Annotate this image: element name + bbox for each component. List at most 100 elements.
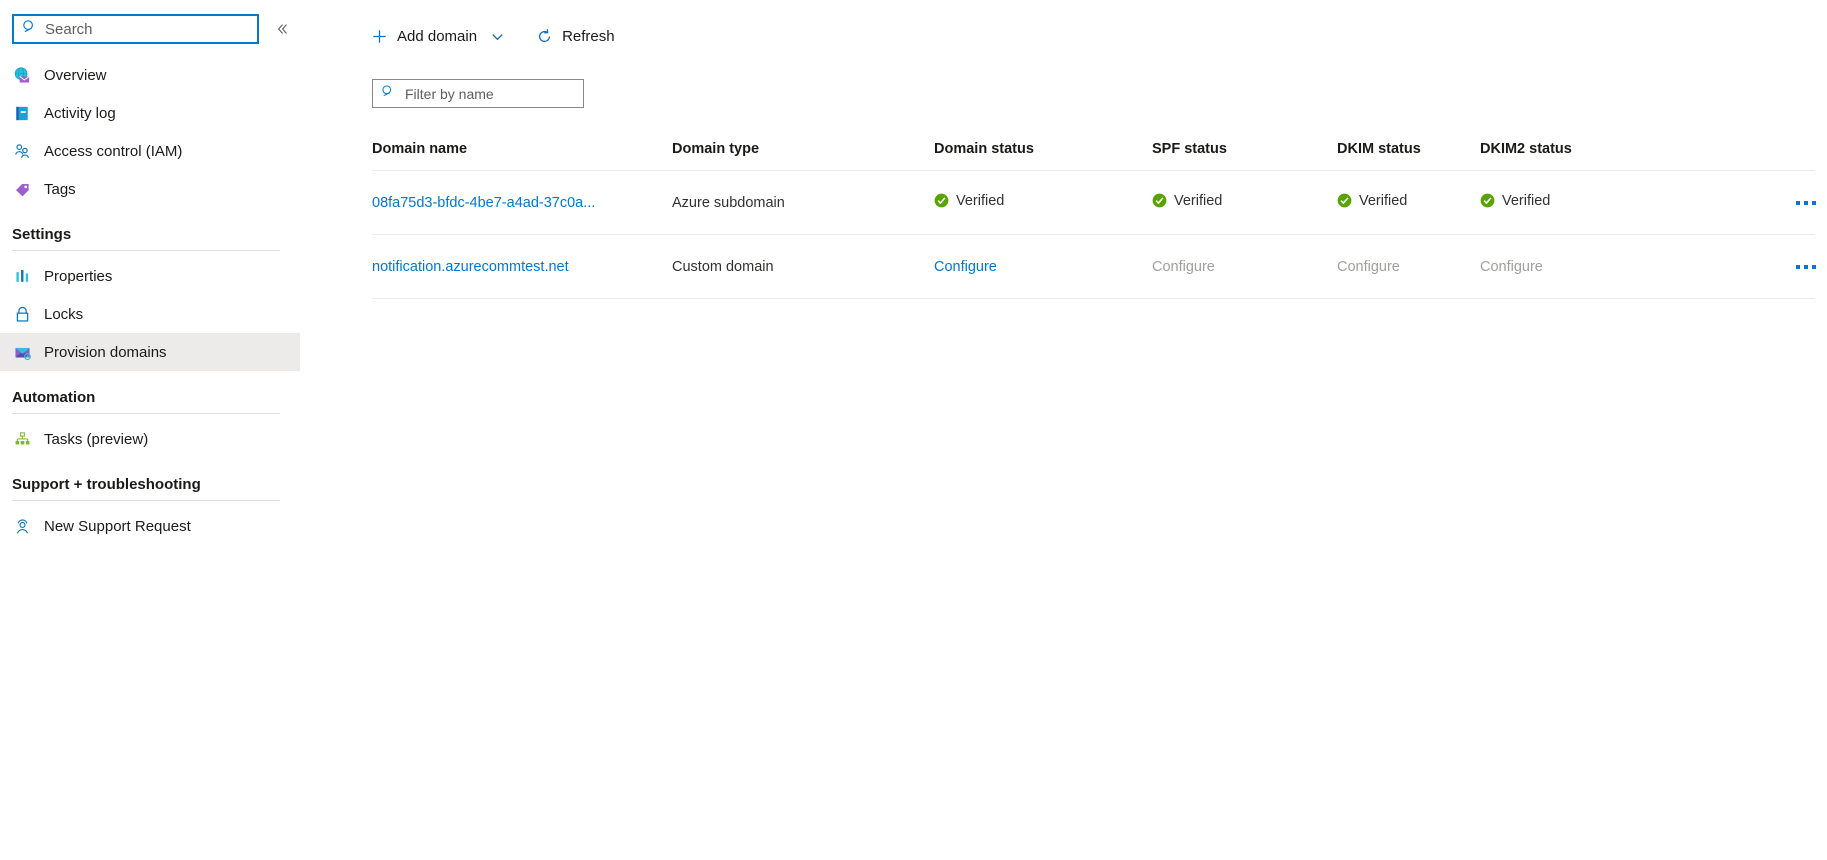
- sidebar-group-settings: Settings Properties Locks Provision doma…: [0, 226, 360, 371]
- cell-spf-status: Configure: [1152, 234, 1337, 299]
- chevron-down-icon[interactable]: [490, 29, 505, 44]
- cell-actions: [1655, 170, 1816, 235]
- sidebar-search-box[interactable]: [12, 14, 259, 44]
- column-header-domain-type[interactable]: Domain type: [672, 141, 934, 171]
- sidebar-group-title: Support + troubleshooting: [12, 476, 201, 493]
- sidebar-item-label: Provision domains: [44, 343, 167, 361]
- support-person-icon: [12, 516, 32, 536]
- status-badge: Verified: [1337, 193, 1407, 209]
- cell-domain-status: Configure: [934, 234, 1152, 299]
- sidebar-item-new-support-request[interactable]: New Support Request: [0, 507, 300, 545]
- lock-icon: [12, 304, 32, 324]
- cell-dkim-status: Configure: [1337, 234, 1480, 299]
- status-badge: Verified: [934, 193, 1004, 209]
- sidebar-item-label: Locks: [44, 305, 84, 323]
- sidebar-item-properties[interactable]: Properties: [0, 257, 300, 295]
- row-context-menu-button[interactable]: [1789, 255, 1823, 279]
- domain-name-link[interactable]: 08fa75d3-bfdc-4be7-a4ad-37c0a...: [372, 195, 595, 211]
- cell-domain-name: notification.azurecommtest.net: [372, 234, 672, 299]
- status-label: Verified: [956, 192, 1005, 209]
- domains-table: Domain name Domain type Domain status SP…: [372, 141, 1816, 299]
- sidebar-item-label: Tasks (preview): [44, 430, 149, 448]
- column-header-domain-status[interactable]: Domain status: [934, 141, 1152, 171]
- search-icon: [22, 19, 37, 39]
- sidebar-primary-items: Overview Activity log Access control (IA…: [0, 56, 360, 208]
- refresh-label: Refresh: [562, 27, 615, 45]
- chevron-double-left-icon: [277, 24, 287, 34]
- refresh-button[interactable]: Refresh: [525, 20, 625, 52]
- configure-link-disabled: Configure: [1480, 258, 1543, 275]
- sidebar-search-row: [0, 12, 360, 46]
- configure-link-disabled: Configure: [1337, 258, 1400, 275]
- table-body: 08fa75d3-bfdc-4be7-a4ad-37c0a... Azure s…: [372, 170, 1816, 299]
- table-header: Domain name Domain type Domain status SP…: [372, 141, 1815, 171]
- sidebar-item-access-control[interactable]: Access control (IAM): [0, 132, 300, 170]
- tasks-hierarchy-icon: [12, 429, 32, 449]
- cell-domain-status: Verified: [934, 170, 1152, 235]
- cell-domain-type: Azure subdomain: [672, 170, 934, 235]
- add-domain-button[interactable]: Add domain: [360, 20, 515, 52]
- sidebar-item-tags[interactable]: Tags: [0, 170, 300, 208]
- properties-bars-icon: [12, 266, 32, 286]
- ellipsis-icon: [1796, 264, 1800, 269]
- ellipsis-icon: [1812, 264, 1816, 269]
- filter-by-name-box[interactable]: [372, 79, 584, 108]
- filter-row: [360, 79, 1827, 108]
- search-input[interactable]: [45, 20, 249, 38]
- access-control-people-icon: [12, 141, 32, 161]
- sidebar-group-title: Automation: [12, 389, 96, 406]
- collapse-menu-button[interactable]: [271, 17, 295, 41]
- ellipsis-icon: [1804, 264, 1808, 269]
- sidebar-item-overview[interactable]: Overview: [0, 56, 300, 94]
- configure-link[interactable]: Configure: [934, 259, 997, 275]
- ellipsis-icon: [1804, 200, 1808, 205]
- cell-actions: [1655, 234, 1816, 299]
- sidebar-item-label: Tags: [44, 180, 76, 198]
- sidebar-group-title: Settings: [12, 226, 72, 243]
- ellipsis-icon: [1812, 200, 1816, 205]
- filter-by-name-input[interactable]: [405, 85, 575, 102]
- provision-domains-mail-icon: [12, 342, 32, 362]
- verified-check-icon: [1480, 193, 1495, 208]
- row-context-menu-button[interactable]: [1789, 191, 1823, 215]
- domain-name-link[interactable]: notification.azurecommtest.net: [372, 259, 569, 275]
- column-header-spf-status[interactable]: SPF status: [1152, 141, 1337, 171]
- add-domain-label: Add domain: [397, 27, 478, 45]
- tag-icon: [12, 179, 32, 199]
- sidebar-item-label: New Support Request: [44, 517, 191, 535]
- sidebar-item-label: Properties: [44, 267, 113, 285]
- status-label: Verified: [1502, 192, 1551, 209]
- resource-menu-sidebar: Overview Activity log: [0, 0, 360, 860]
- divider: [12, 413, 280, 414]
- column-header-dkim-status[interactable]: DKIM status: [1337, 141, 1480, 171]
- sidebar-item-activity-log[interactable]: Activity log: [0, 94, 300, 132]
- sidebar-item-locks[interactable]: Locks: [0, 295, 300, 333]
- sidebar-group-automation: Automation Tasks (preview): [0, 389, 360, 458]
- verified-check-icon: [1337, 193, 1352, 208]
- sidebar-item-tasks[interactable]: Tasks (preview): [0, 420, 300, 458]
- divider: [12, 250, 280, 251]
- cell-dkim2-status: Verified: [1480, 170, 1655, 235]
- cell-domain-name: 08fa75d3-bfdc-4be7-a4ad-37c0a...: [372, 170, 672, 235]
- status-badge: Verified: [1152, 193, 1222, 209]
- search-icon: [381, 84, 395, 103]
- command-bar: Add domain Refresh: [360, 18, 1827, 54]
- sidebar-item-provision-domains[interactable]: Provision domains: [0, 333, 300, 371]
- cell-domain-type: Custom domain: [672, 234, 934, 299]
- refresh-icon: [535, 27, 553, 45]
- status-badge: Verified: [1480, 193, 1550, 209]
- main-content: Add domain Refresh Filter by name Domain…: [360, 0, 1827, 860]
- verified-check-icon: [934, 193, 949, 208]
- activity-log-book-icon: [12, 103, 32, 123]
- status-label: Verified: [1174, 192, 1223, 209]
- table-header-row: Domain name Domain type Domain status SP…: [372, 141, 1815, 171]
- sidebar-item-label: Access control (IAM): [44, 142, 183, 160]
- column-header-dkim2-status[interactable]: DKIM2 status: [1480, 141, 1655, 171]
- divider: [12, 500, 280, 501]
- sidebar-item-label: Activity log: [44, 104, 116, 122]
- column-header-domain-name[interactable]: Domain name: [372, 141, 672, 171]
- cell-dkim2-status: Configure: [1480, 234, 1655, 299]
- sidebar-item-label: Overview: [44, 66, 107, 84]
- column-header-actions: [1655, 141, 1815, 171]
- domains-table-container: Domain name Domain type Domain status SP…: [360, 141, 1827, 299]
